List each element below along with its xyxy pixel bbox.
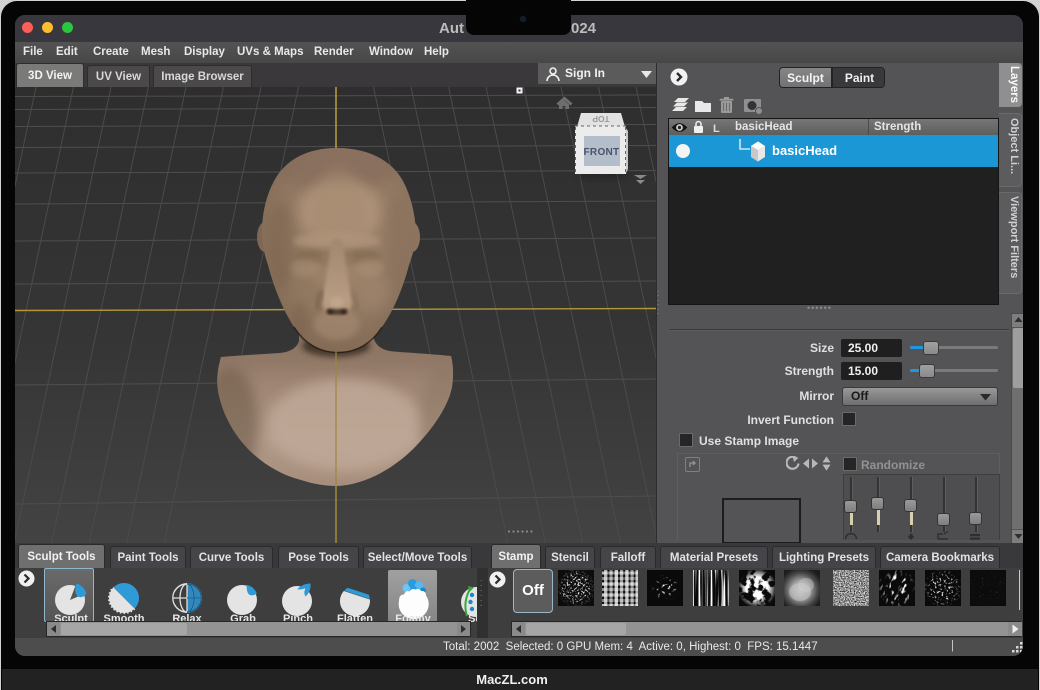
svg-text:TOP: TOP	[592, 114, 610, 124]
svg-text:MacZL.com: MacZL.com	[476, 672, 548, 687]
svg-text:FRONT: FRONT	[584, 147, 620, 158]
svg-text:L: L	[713, 123, 720, 134]
